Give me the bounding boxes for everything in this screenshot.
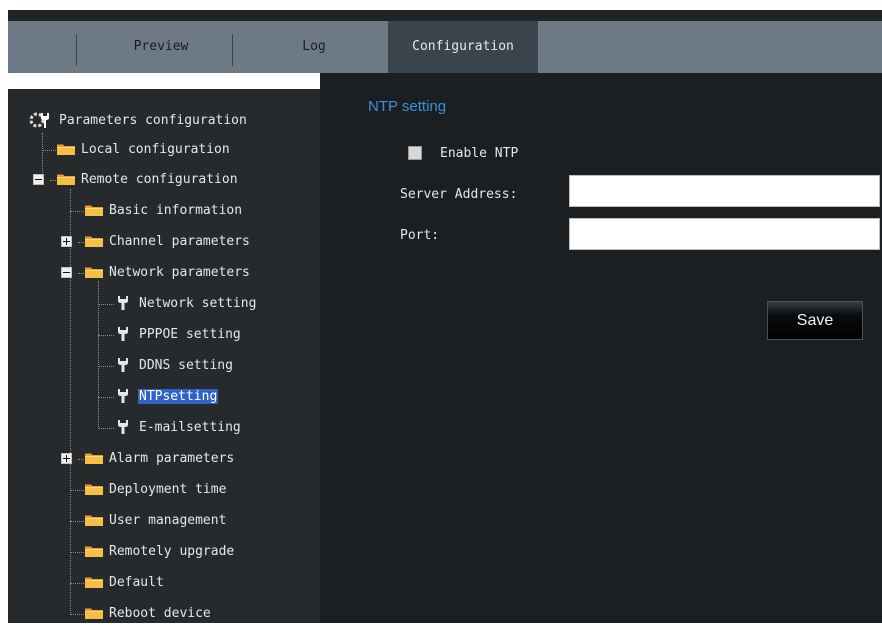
tree-item-network-setting[interactable]: Network setting (138, 293, 257, 315)
tree-item-user-management[interactable]: User management (108, 510, 227, 532)
tree-connector (98, 304, 114, 305)
enable-ntp-checkbox[interactable] (408, 146, 422, 160)
tree-item-email-setting[interactable]: E-mailsetting (138, 417, 242, 439)
tree-item-local-configuration[interactable]: Local configuration (80, 139, 231, 161)
folder-icon (84, 607, 104, 620)
tree-connector (98, 397, 114, 398)
parameters-tree-panel: Parameters configuration Local configura… (8, 89, 320, 623)
folder-icon (84, 204, 104, 217)
wrench-icon (116, 388, 130, 404)
enable-ntp-label: Enable NTP (440, 146, 519, 161)
folder-icon (84, 235, 104, 248)
folder-icon (84, 452, 104, 465)
tree-item-alarm-parameters[interactable]: Alarm parameters (108, 448, 235, 470)
page-title: NTP setting (368, 98, 447, 115)
tree-item-pppoe-setting[interactable]: PPPOE setting (138, 324, 242, 346)
tree-connector (70, 521, 84, 522)
tree-connector (70, 490, 84, 491)
folder-icon (84, 266, 104, 279)
tree-connector (98, 335, 114, 336)
folder-icon (56, 143, 76, 156)
tree-item-ntp-setting[interactable]: NTPsetting (138, 386, 219, 408)
top-tab-bar: Preview Log Configuration (8, 10, 882, 73)
wrench-icon (116, 357, 130, 373)
tab-configuration[interactable]: Configuration (388, 21, 538, 73)
tree-item-remotely-upgrade[interactable]: Remotely upgrade (108, 541, 235, 563)
wrench-icon (116, 326, 130, 342)
tree-connector (70, 211, 84, 212)
folder-icon (56, 173, 76, 186)
tree-root-parameters-configuration[interactable]: Parameters configuration (58, 110, 248, 132)
tree-item-ddns-setting[interactable]: DDNS setting (138, 355, 234, 377)
tree-item-network-parameters[interactable]: Network parameters (108, 262, 251, 284)
wrench-icon (116, 419, 130, 435)
tree-connector (98, 428, 114, 429)
server-address-label: Server Address: (400, 187, 518, 202)
collapse-icon[interactable] (61, 267, 72, 278)
ntp-settings-panel (320, 73, 882, 623)
tab-preview[interactable]: Preview (96, 21, 226, 73)
tree-connector (70, 583, 84, 584)
tree-connector (42, 150, 56, 151)
tree-item-channel-parameters[interactable]: Channel parameters (108, 231, 251, 253)
tree-item-reboot-device[interactable]: Reboot device (108, 603, 212, 625)
tree-item-deployment-time[interactable]: Deployment time (108, 479, 227, 501)
tree-connector (98, 366, 114, 367)
wrench-icon (116, 295, 130, 311)
save-button[interactable]: Save (767, 301, 863, 340)
tab-separator (232, 34, 233, 66)
parameters-config-icon (29, 112, 49, 128)
tree-item-basic-information[interactable]: Basic information (108, 200, 243, 222)
expand-icon[interactable] (61, 236, 72, 247)
folder-icon (84, 514, 104, 527)
tab-log[interactable]: Log (244, 21, 384, 73)
port-label: Port: (400, 228, 440, 243)
tab-separator (76, 34, 77, 66)
collapse-icon[interactable] (33, 174, 44, 185)
tree-item-remote-configuration[interactable]: Remote configuration (80, 169, 239, 191)
tab-bar-top-strip (8, 10, 882, 21)
server-address-input[interactable] (569, 175, 880, 207)
folder-icon (84, 483, 104, 496)
folder-icon (84, 576, 104, 589)
tree-connector (70, 614, 84, 615)
folder-icon (84, 545, 104, 558)
tree-item-default[interactable]: Default (108, 572, 165, 594)
expand-icon[interactable] (61, 453, 72, 464)
tree-connector (70, 552, 84, 553)
port-input[interactable] (569, 218, 880, 250)
